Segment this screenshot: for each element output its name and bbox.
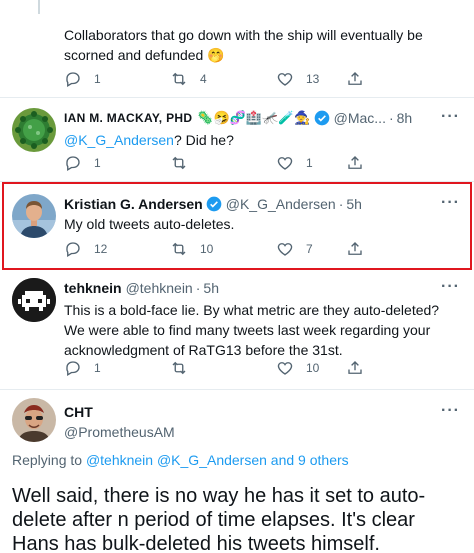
retweet-icon <box>172 361 186 375</box>
highlight-box <box>2 182 472 270</box>
timestamp[interactable]: 5h <box>203 280 219 296</box>
like-count: 10 <box>306 361 320 375</box>
avatar-cht[interactable] <box>12 398 56 442</box>
reply-icon <box>66 361 80 376</box>
author-name[interactable]: CHT <box>64 404 93 420</box>
divider <box>0 97 474 98</box>
tweet-text: This is a bold-face lie. By what metric … <box>64 302 440 358</box>
author-handle[interactable]: @PrometheusAM <box>64 422 462 442</box>
tweet-text: Collaborators that go down with the ship… <box>64 27 423 63</box>
retweet-button[interactable]: 4 <box>170 70 276 88</box>
replying-to: Replying to @tehknein @K_G_Andersen and … <box>12 452 349 468</box>
share-icon <box>348 72 362 85</box>
timestamp[interactable]: 8h <box>397 110 413 126</box>
avatar-tehknein[interactable] <box>12 278 56 322</box>
like-count: 13 <box>306 72 320 86</box>
reply-button[interactable]: 1 <box>64 359 170 377</box>
share-button[interactable] <box>346 154 364 177</box>
replying-label: Replying to <box>12 452 86 468</box>
reply-button[interactable]: 1 <box>64 154 170 172</box>
thread-line <box>38 0 40 14</box>
like-button[interactable]: 1 <box>276 154 382 172</box>
author-name[interactable]: tehknein <box>64 280 122 296</box>
like-button[interactable]: 10 <box>276 359 382 377</box>
retweet-icon <box>172 156 186 170</box>
verified-icon <box>314 110 329 126</box>
focused-tweet-text: Well said, there is no way he has it set… <box>12 485 426 553</box>
tweet-text-body: ? Did he? <box>173 132 234 148</box>
retweet-icon <box>172 72 186 86</box>
tweet-text: @K_G_Andersen? Did he? <box>64 130 462 150</box>
mention-link[interactable]: @K_G_Andersen <box>64 132 174 148</box>
more-options-icon[interactable]: ··· <box>441 108 460 126</box>
name-emoji: 🦠🤧🧬🏥🦟🧪🧙 <box>197 110 311 125</box>
more-options-icon[interactable]: ··· <box>441 402 460 420</box>
separator: · <box>388 110 394 126</box>
author-handle[interactable]: @tehknein <box>126 280 193 296</box>
share-button[interactable] <box>346 359 364 382</box>
like-count: 1 <box>306 156 313 170</box>
retweet-count: 4 <box>200 72 207 86</box>
author-name[interactable]: IAN M. MACKAY, PHD <box>64 111 192 125</box>
heart-icon <box>277 73 293 86</box>
more-options-icon[interactable]: ··· <box>441 278 460 296</box>
reply-button[interactable]: 1 <box>64 70 170 88</box>
retweet-button[interactable] <box>170 154 276 172</box>
share-button[interactable] <box>346 70 364 93</box>
heart-icon <box>277 157 293 170</box>
like-button[interactable]: 13 <box>276 70 382 88</box>
reply-icon <box>66 156 80 171</box>
share-icon <box>348 156 362 169</box>
heart-icon <box>277 362 293 375</box>
share-icon <box>348 361 362 374</box>
retweet-button[interactable] <box>170 359 276 377</box>
reply-count: 1 <box>94 156 101 170</box>
reply-count: 1 <box>94 361 101 375</box>
separator: · <box>195 280 201 296</box>
divider <box>0 389 474 390</box>
author-handle[interactable]: @Mac... <box>334 110 386 126</box>
reply-count: 1 <box>94 72 101 86</box>
avatar-mackay[interactable] <box>12 108 56 152</box>
reply-icon <box>66 72 80 87</box>
replying-to-links[interactable]: @tehknein @K_G_Andersen and 9 others <box>86 452 349 468</box>
